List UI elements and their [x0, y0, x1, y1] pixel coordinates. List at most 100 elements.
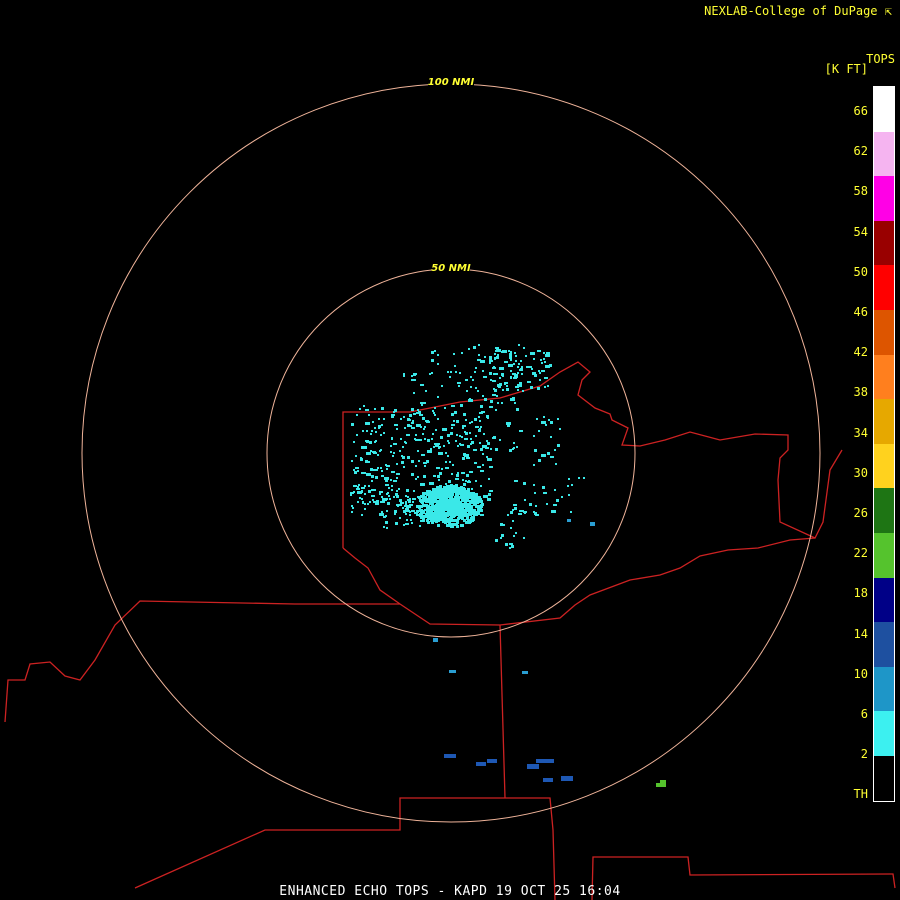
echo-pixel — [425, 513, 428, 516]
echo-pixel — [391, 485, 393, 487]
echo-pixel — [383, 432, 385, 434]
echo-pixel — [466, 474, 469, 477]
echo-pixel — [422, 519, 425, 522]
echo-pixel — [435, 504, 438, 507]
legend-label: 18 — [853, 586, 868, 601]
echo-pixel — [378, 418, 380, 420]
echo-pixel — [436, 443, 440, 445]
legend-label: 54 — [853, 224, 868, 239]
echo-pixel — [391, 489, 393, 491]
echo-pixel — [368, 461, 370, 463]
echo-pixel — [381, 470, 383, 472]
echo-pixel — [497, 354, 499, 356]
echo-pixel — [435, 445, 439, 447]
echo-pixel — [409, 511, 411, 513]
echo-pixel — [480, 514, 484, 516]
echo-pixel — [444, 407, 446, 409]
echo-pixel — [449, 487, 452, 490]
echo-pixel — [470, 386, 472, 388]
echo-pixel — [420, 384, 424, 386]
echo-pixel — [462, 498, 465, 501]
echo-pixel — [501, 402, 503, 404]
echo-pixel — [417, 450, 419, 452]
echo-pixel — [406, 519, 408, 521]
echo-pixel — [394, 424, 396, 426]
echo-pixel — [477, 466, 481, 468]
echo-pixel — [355, 455, 357, 457]
echo-pixel — [393, 480, 397, 482]
echo-pixel — [472, 379, 474, 381]
echo-pixel — [479, 508, 481, 510]
echo-pixel — [469, 500, 472, 503]
echo-pixel — [390, 479, 392, 481]
echo-pixel — [484, 356, 486, 358]
legend-swatch — [874, 265, 894, 311]
echo-pixel — [550, 456, 554, 458]
echo-pixel — [510, 377, 512, 379]
echo-pixel — [403, 375, 405, 377]
echo-pixel — [412, 420, 414, 422]
echo-pixel — [372, 421, 374, 423]
echo-pixel — [440, 502, 443, 505]
echo-pixel — [462, 425, 464, 427]
echo-pixel — [374, 427, 376, 429]
echo-pixel — [453, 353, 455, 355]
echo-pixel — [452, 489, 455, 492]
boundary-center-vertical — [499, 624, 506, 799]
echo-pixel — [539, 379, 541, 381]
echo-pixel — [468, 503, 471, 506]
echo-pixel — [456, 474, 459, 477]
echo-pixel — [403, 524, 405, 526]
echo-pixel — [414, 413, 416, 415]
echo-pixel — [451, 405, 455, 407]
echo-pixel — [524, 512, 526, 514]
echo-pixel — [499, 367, 504, 370]
echo-pixel — [364, 472, 366, 474]
echo-pixel — [478, 354, 480, 356]
echo-pixel — [476, 762, 486, 766]
echo-pixel — [420, 426, 422, 428]
echo-pixel — [533, 358, 535, 360]
echo-pixel — [375, 476, 378, 479]
echo-pixel — [417, 409, 419, 411]
echo-pixel — [461, 517, 464, 520]
echo-pixel — [513, 535, 515, 537]
echo-pixel — [460, 404, 463, 407]
legend-swatch — [874, 399, 894, 445]
echo-pixel — [590, 522, 595, 526]
echo-pixel — [486, 456, 488, 458]
echo-pixel — [496, 395, 498, 397]
echo-pixel — [465, 432, 468, 435]
echo-pixel — [512, 509, 514, 511]
echo-pixel — [393, 452, 395, 454]
echo-pixel — [447, 455, 449, 457]
echo-pixel — [457, 472, 459, 474]
echo-pixel — [351, 423, 354, 426]
echo-pixel — [561, 496, 563, 498]
echo-pixel — [411, 460, 414, 463]
echo-pixel — [473, 346, 476, 349]
echo-pixel — [547, 355, 549, 357]
echo-pixel — [557, 444, 560, 447]
echo-pixel — [530, 386, 533, 389]
echo-pixel — [368, 485, 370, 487]
echo-pixel — [383, 418, 385, 420]
echo-pixel — [371, 430, 373, 432]
echo-pixel — [442, 516, 445, 519]
echo-pixel — [368, 414, 370, 416]
echo-pixel — [487, 442, 490, 445]
echo-pixel — [426, 460, 429, 463]
echo-pixel — [506, 385, 508, 387]
echo-pixel — [403, 510, 406, 513]
echo-pixel — [368, 490, 371, 493]
echo-pixel — [516, 446, 518, 448]
echo-pixel — [405, 495, 407, 497]
echo-pixel — [488, 493, 491, 496]
echo-pixel — [509, 353, 512, 356]
echo-pixel — [374, 408, 376, 410]
echo-pixel — [423, 428, 425, 430]
echo-pixel — [454, 519, 457, 522]
echo-pixel — [411, 522, 413, 524]
echo-pixel — [425, 504, 428, 507]
echo-pixel — [467, 481, 471, 483]
